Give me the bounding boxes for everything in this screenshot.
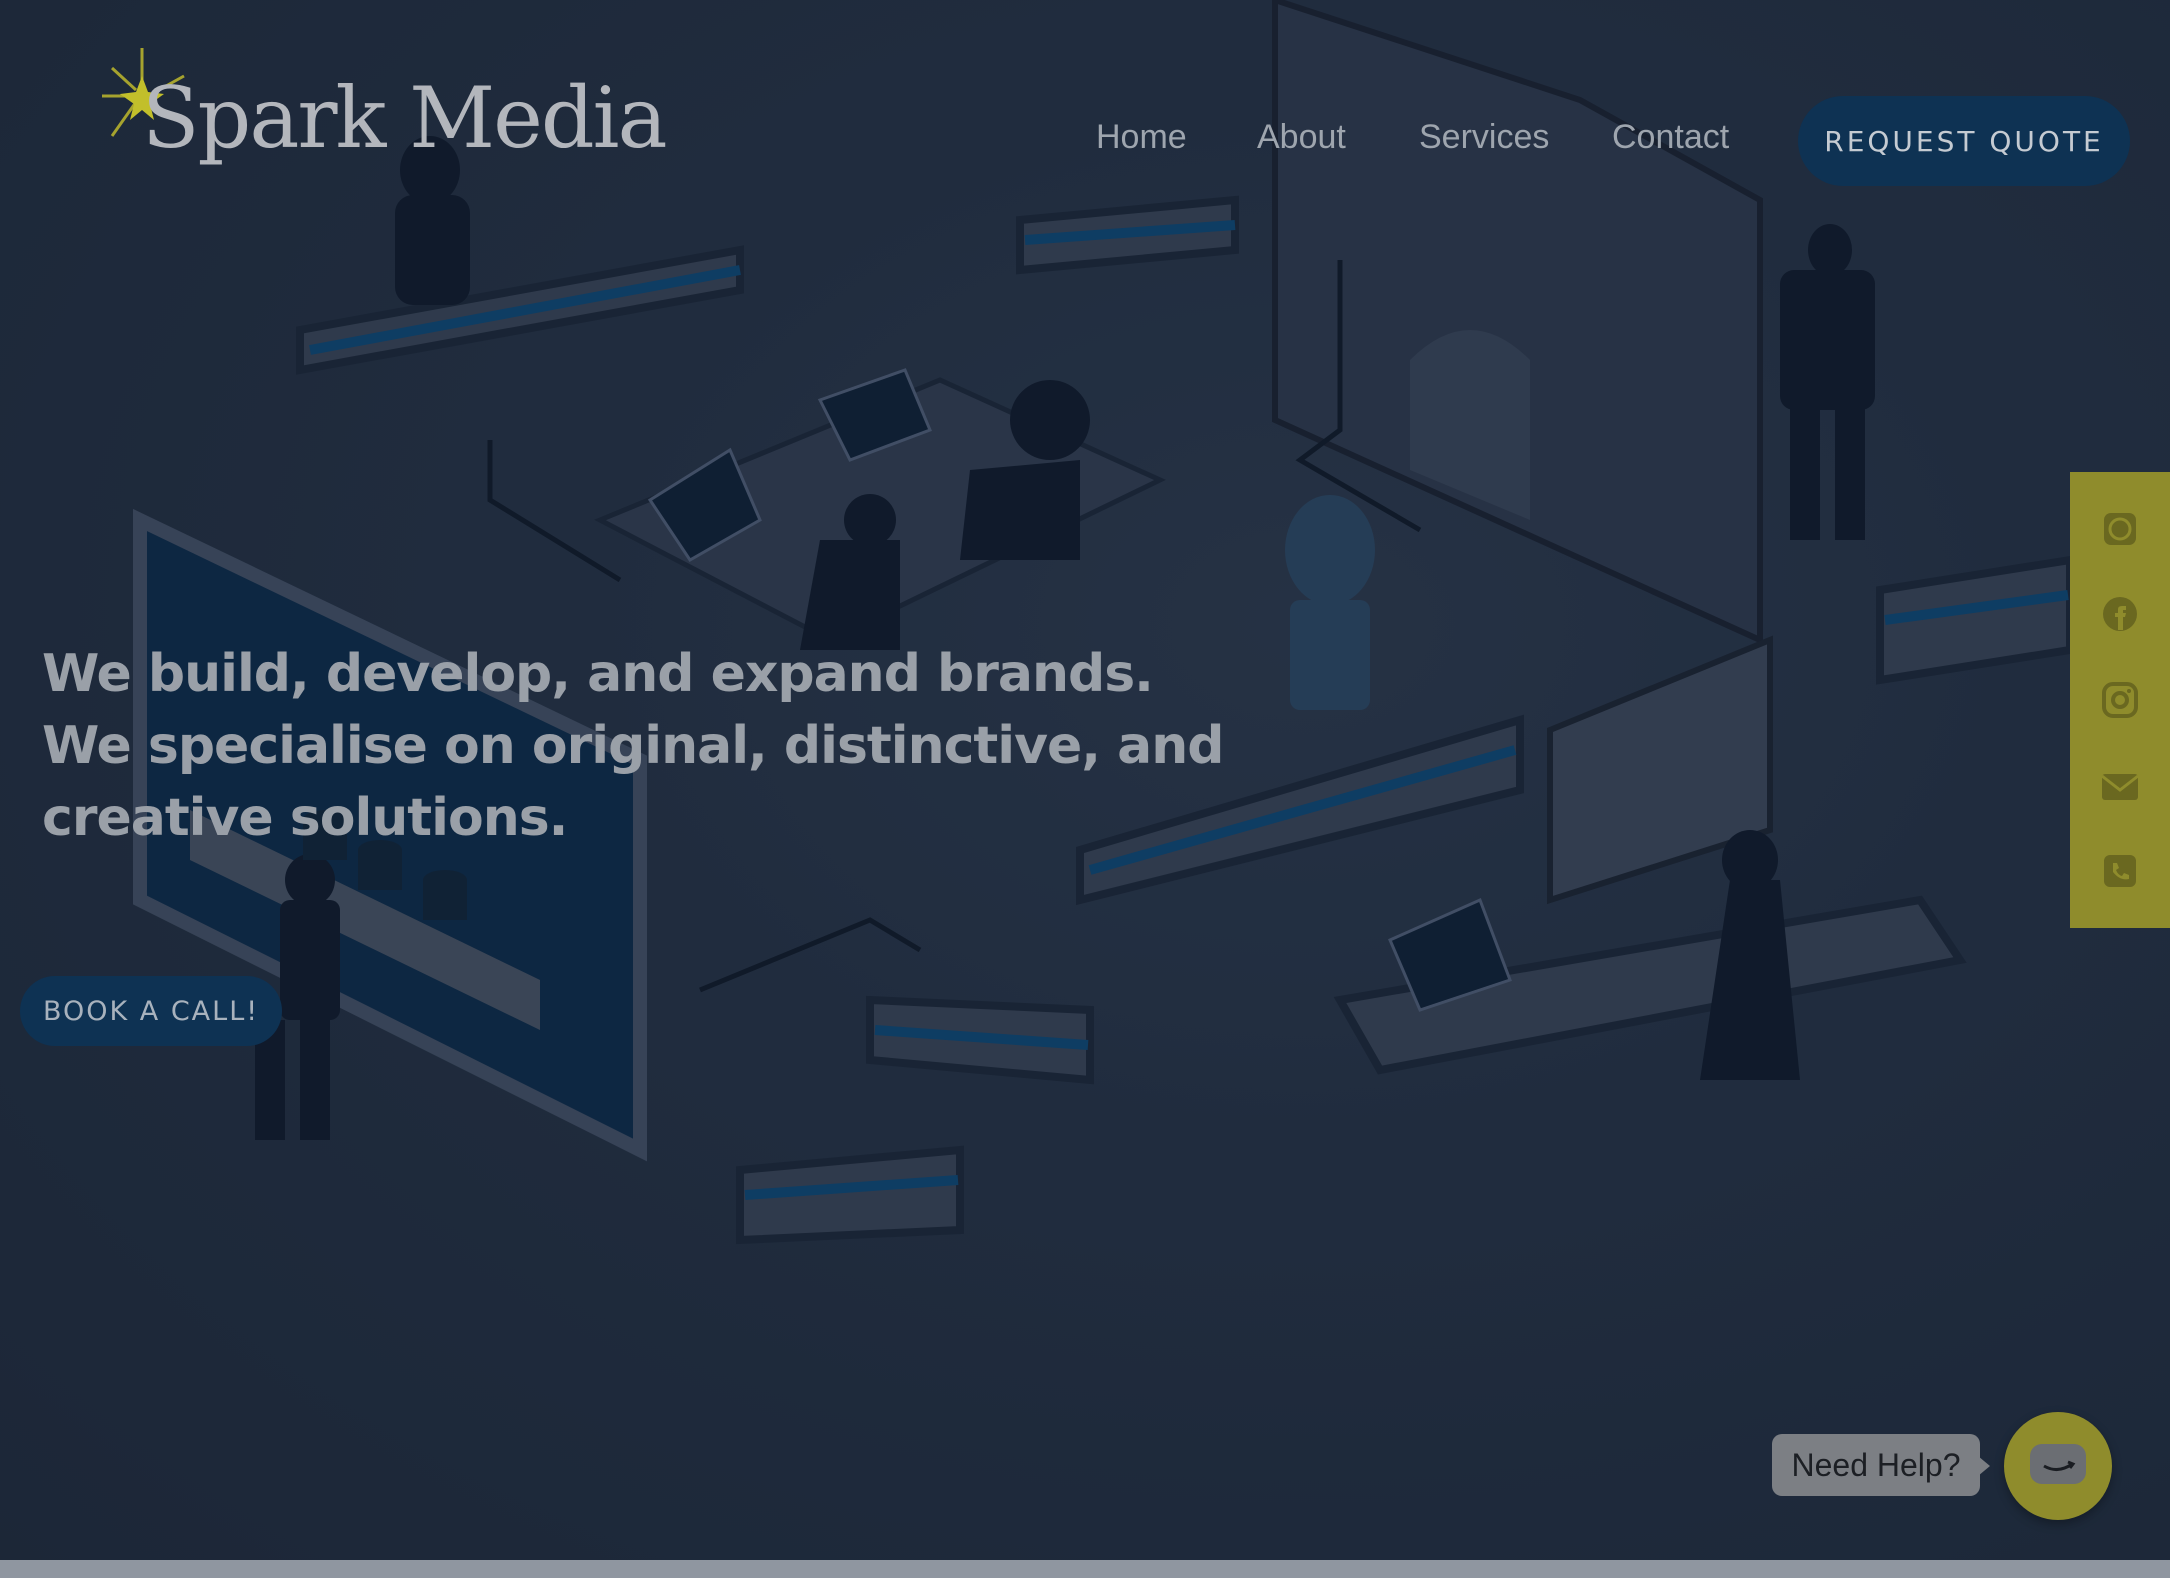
phone-icon[interactable]	[2100, 851, 2140, 891]
nav-link-services[interactable]: Services	[1419, 118, 1549, 157]
nav-link-about[interactable]: About	[1257, 118, 1346, 157]
need-help-tooltip[interactable]: Need Help?	[1772, 1434, 1980, 1496]
book-a-call-button[interactable]: BOOK A CALL!	[20, 976, 282, 1046]
request-quote-button[interactable]: REQUEST QUOTE	[1798, 96, 2130, 186]
nav-link-home[interactable]: Home	[1096, 118, 1187, 157]
nav-link-contact[interactable]: Contact	[1612, 118, 1729, 157]
hero-headline: We build, develop, and expand brands. We…	[42, 644, 1224, 848]
brand-logo-wordmark: Spark Media	[142, 69, 668, 167]
brand-logo[interactable]: Spark Media	[92, 46, 668, 186]
chat-icon	[2030, 1444, 2086, 1484]
whatsapp-icon[interactable]	[2100, 509, 2140, 549]
instagram-icon[interactable]	[2100, 680, 2140, 720]
email-icon[interactable]	[2100, 766, 2140, 806]
chat-widget-button[interactable]	[2004, 1412, 2112, 1520]
social-sidebar	[2070, 472, 2170, 928]
bottom-scroll-bar	[0, 1560, 2170, 1578]
facebook-icon[interactable]	[2100, 594, 2140, 634]
tooltip-arrow	[1978, 1456, 1990, 1476]
